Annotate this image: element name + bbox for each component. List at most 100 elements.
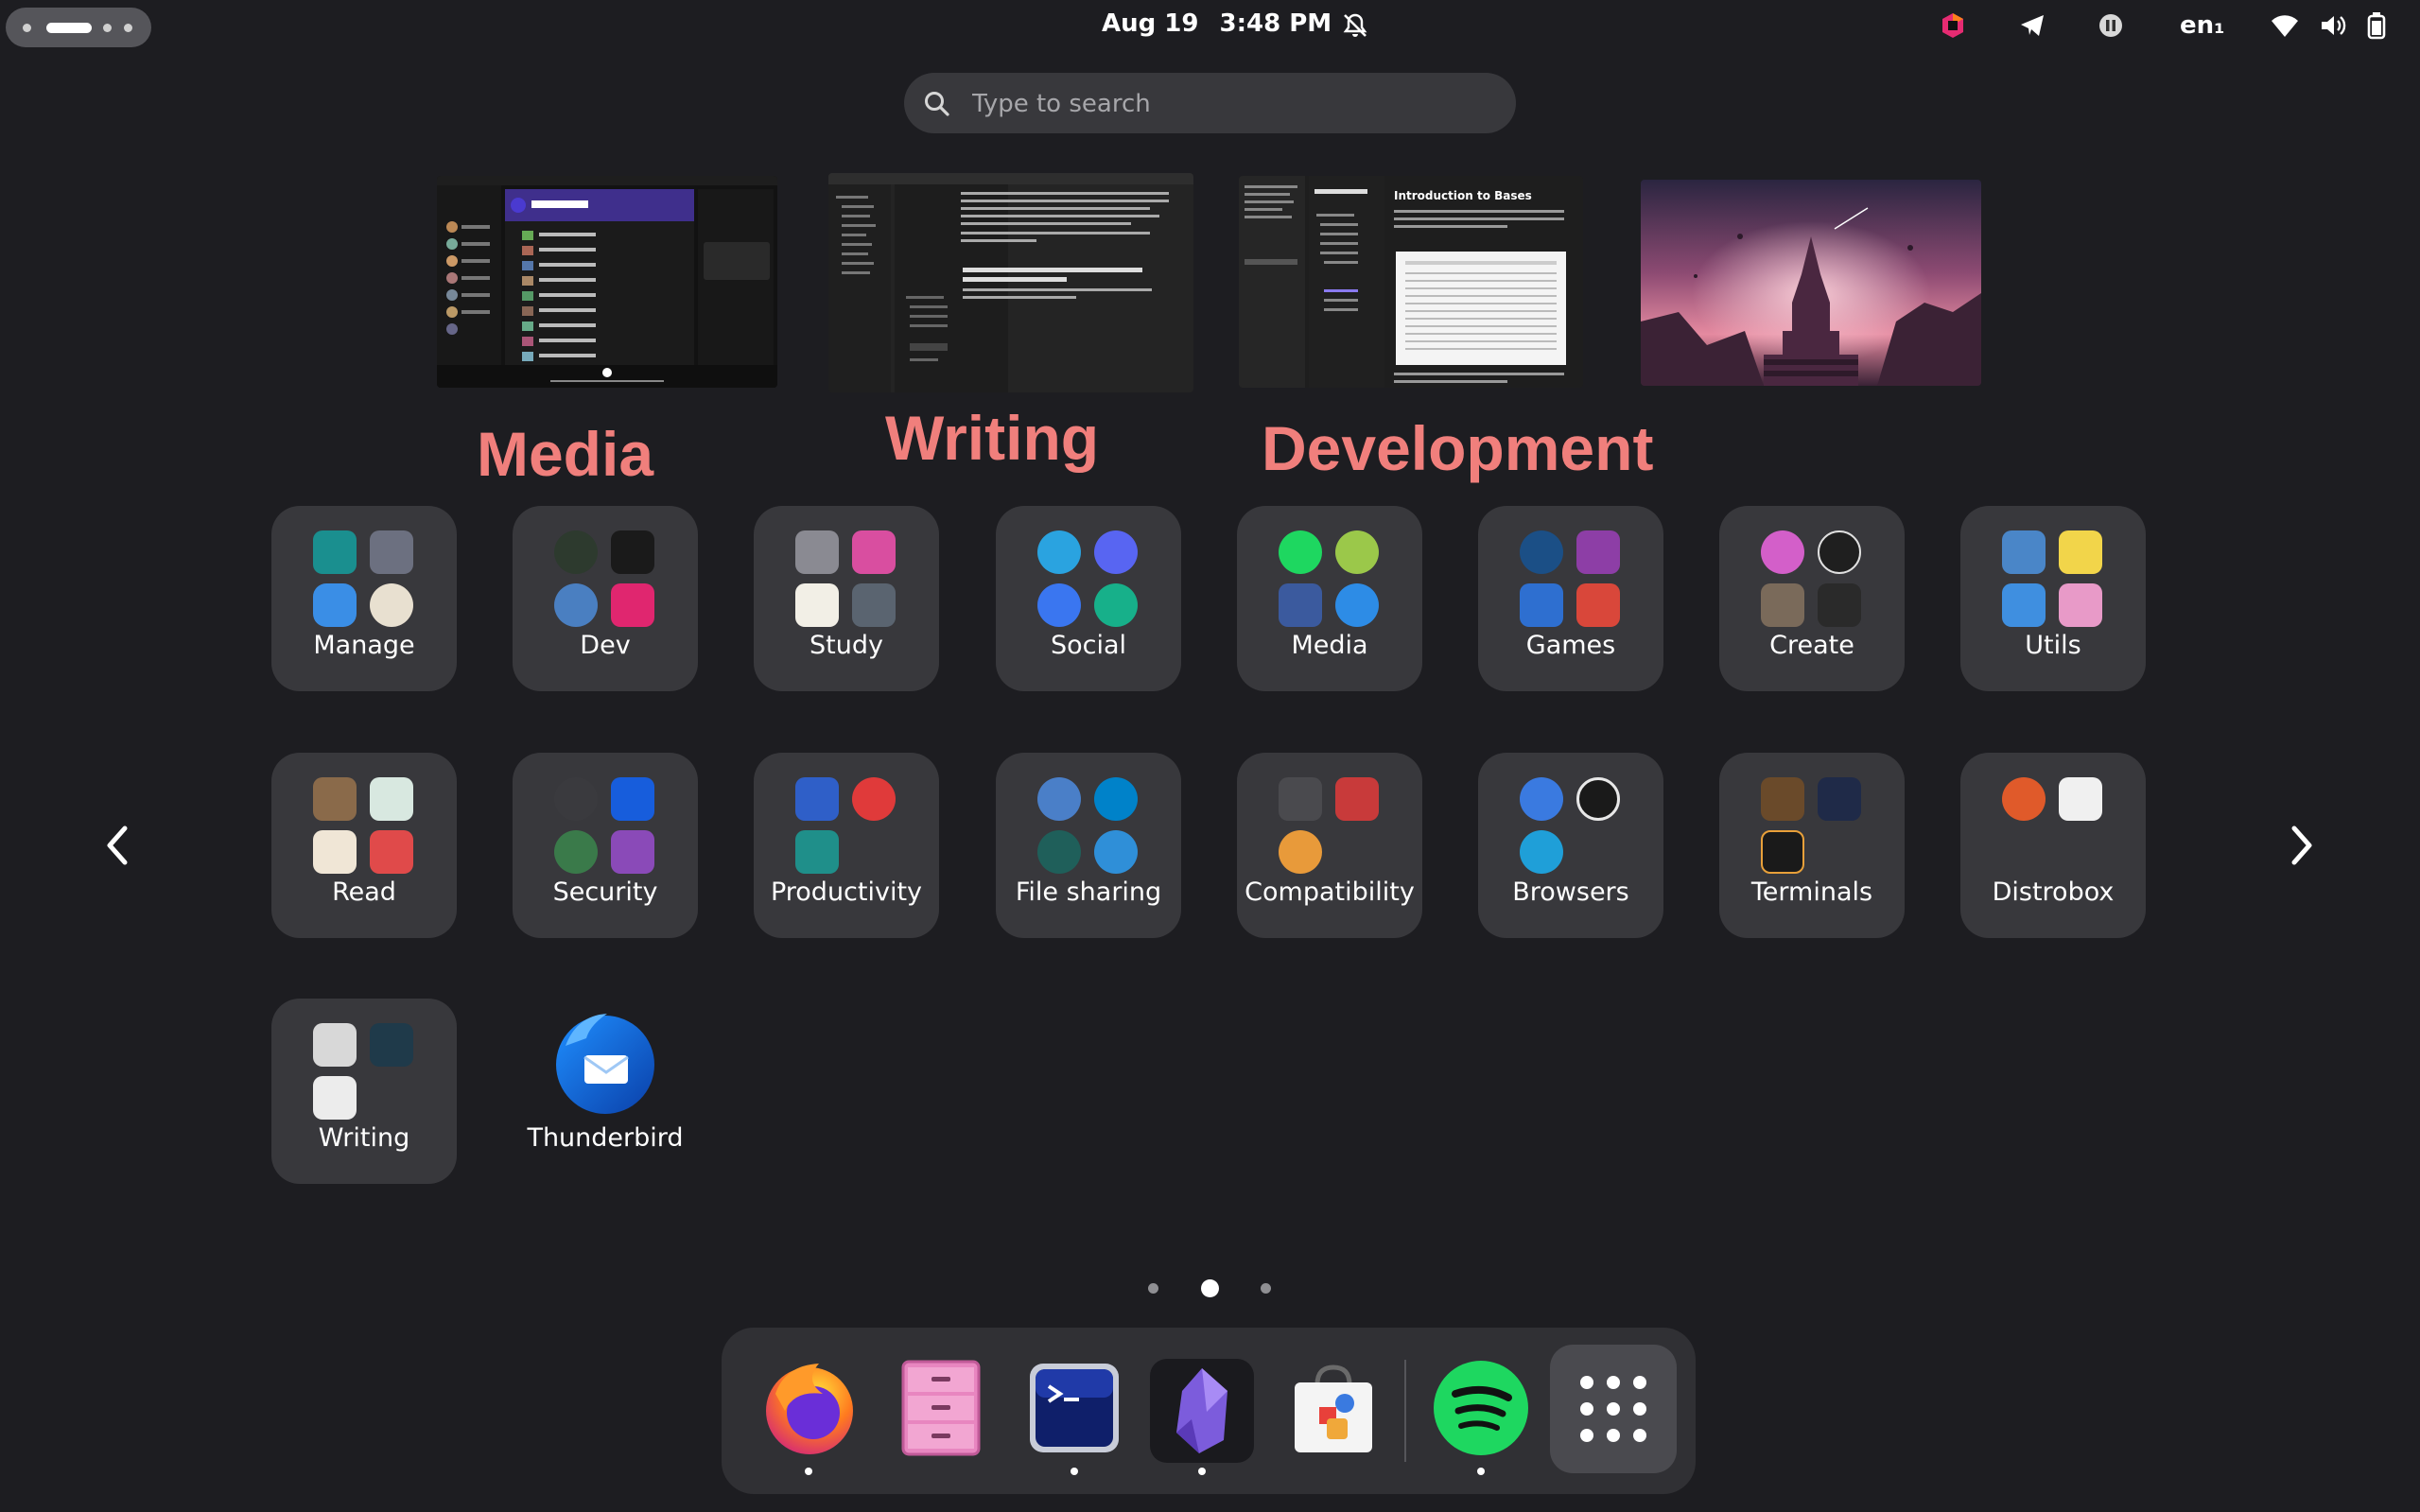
folder-label: Writing [318, 1123, 410, 1153]
dock-obsidian[interactable] [1150, 1359, 1254, 1463]
page-indicator-dot-3[interactable] [1261, 1283, 1271, 1294]
workspace-thumbnail-2[interactable] [828, 173, 1193, 392]
jetbrains-toolbox-icon[interactable] [1939, 9, 1967, 42]
system-monitor-icon [2002, 530, 2046, 574]
music-player-icon [1335, 530, 1379, 574]
search-input[interactable] [970, 84, 1494, 124]
obsidian-window-preview [1239, 176, 1566, 388]
folder-file-sharing[interactable]: File sharing [996, 753, 1181, 938]
workspace-thumbnail-4[interactable] [1641, 180, 1981, 386]
folder-dev[interactable]: Dev [513, 506, 698, 691]
clock[interactable]: Aug 19 3:48 PM [1102, 9, 1352, 38]
running-indicator [1071, 1468, 1078, 1475]
alacritty-icon [1761, 830, 1804, 874]
keyboard-layout-indicator[interactable]: en₁ [2180, 9, 2225, 42]
volume-icon[interactable] [2319, 9, 2349, 42]
obs-studio-icon [1818, 530, 1861, 574]
running-indicator [805, 1468, 812, 1475]
spotify-icon [1279, 530, 1322, 574]
folder-productivity[interactable]: Productivity [754, 753, 939, 938]
folder-games[interactable]: Games [1478, 506, 1663, 691]
folder-label: Dev [580, 631, 631, 660]
page-indicator-dot-2-active[interactable] [1201, 1279, 1219, 1297]
heroic-launcher-icon [1576, 583, 1620, 627]
running-indicator [1198, 1468, 1206, 1475]
telegram-icon [1037, 530, 1081, 574]
warehouse-icon [370, 530, 413, 574]
text-editor-icon [611, 530, 654, 574]
wallpaper-landscape-image [1641, 180, 1981, 386]
workspace-dot [103, 24, 112, 32]
previous-page-chevron-icon[interactable] [95, 817, 140, 874]
ebook-reader-icon [370, 777, 413, 821]
telegram-tray-icon[interactable] [2018, 9, 2046, 42]
text-editor-window-preview [828, 173, 1193, 392]
top-bar: Aug 19 3:48 PM en₁ [0, 0, 2420, 51]
emulator-icon [1576, 530, 1620, 574]
dock-firefox[interactable] [757, 1356, 861, 1460]
folder-label: Study [810, 631, 883, 660]
obsidian-icon [1176, 1368, 1227, 1453]
dock-terminal[interactable] [1022, 1356, 1126, 1460]
folder-study[interactable]: Study [754, 506, 939, 691]
folder-label: Distrobox [1992, 878, 2115, 907]
folder-label: Terminals [1750, 878, 1873, 907]
folder-utils[interactable]: Utils [1960, 506, 2146, 691]
date-label: Aug 19 [1102, 9, 1199, 38]
page-indicator-dot-1[interactable] [1148, 1283, 1158, 1294]
folder-distrobox[interactable]: Distrobox [1960, 753, 2146, 938]
folder-security[interactable]: Security [513, 753, 698, 938]
dock-spotify[interactable] [1429, 1356, 1533, 1460]
folder-social[interactable]: Social [996, 506, 1181, 691]
xournal-icon [795, 583, 839, 627]
folder-create[interactable]: Create [1719, 506, 1905, 691]
discord-icon [1094, 530, 1138, 574]
workspace-label-writing: Writing [885, 403, 1100, 473]
folder-label: Browsers [1512, 878, 1629, 907]
folder-writing[interactable]: Writing [271, 999, 457, 1184]
folder-label: File sharing [1015, 878, 1162, 907]
pause-icon[interactable] [2098, 9, 2124, 42]
syncthing-icon [1037, 830, 1081, 874]
folder-read[interactable]: Read [271, 753, 457, 938]
ubuntu-icon [2002, 777, 2046, 821]
krita-icon [1761, 530, 1804, 574]
folder-label: Productivity [770, 878, 923, 907]
bitwarden-icon [611, 777, 654, 821]
folder-label: Compatibility [1245, 878, 1415, 907]
signal-icon [1037, 583, 1081, 627]
workspace-thumbnail-3[interactable]: Introduction to Bases [1239, 176, 1583, 388]
folder-manage[interactable]: Manage [271, 506, 457, 691]
dock-files[interactable] [889, 1356, 993, 1460]
folder-media[interactable]: Media [1237, 506, 1422, 691]
media-play-icon [1335, 583, 1379, 627]
gimp-icon [1761, 583, 1804, 627]
disk-usage-icon [370, 583, 413, 627]
flatpak-manager-icon [313, 530, 357, 574]
folder-label: Read [332, 878, 396, 907]
activities-button[interactable] [6, 8, 151, 47]
folder-terminals[interactable]: Terminals [1719, 753, 1905, 938]
news-reader-icon [370, 830, 413, 874]
dock-software[interactable] [1281, 1356, 1385, 1460]
wifi-icon[interactable] [2270, 9, 2300, 42]
workspace-thumbnail-1[interactable] [437, 176, 777, 388]
app-grid-icon [1580, 1376, 1646, 1442]
show-apps-button[interactable] [1550, 1345, 1677, 1473]
inkscape-icon [1818, 583, 1861, 627]
obsidian-note-title: Introduction to Bases [1394, 189, 1532, 202]
bottles-icon [1335, 777, 1379, 821]
console-icon [1818, 777, 1861, 821]
kitty-terminal-icon [1761, 777, 1804, 821]
next-page-chevron-icon[interactable] [2279, 817, 2324, 874]
notifications-off-icon[interactable] [1341, 9, 1369, 42]
search-icon [925, 92, 949, 116]
folder-compatibility[interactable]: Compatibility [1237, 753, 1422, 938]
search-bar[interactable] [904, 73, 1516, 133]
extensions-puzzle-icon [313, 583, 357, 627]
virtual-machine-icon [1279, 777, 1322, 821]
firefox-icon [766, 1364, 853, 1454]
folder-browsers[interactable]: Browsers [1478, 753, 1663, 938]
battery-icon[interactable] [2366, 9, 2387, 42]
app-thunderbird[interactable]: Thunderbird [513, 999, 698, 1184]
